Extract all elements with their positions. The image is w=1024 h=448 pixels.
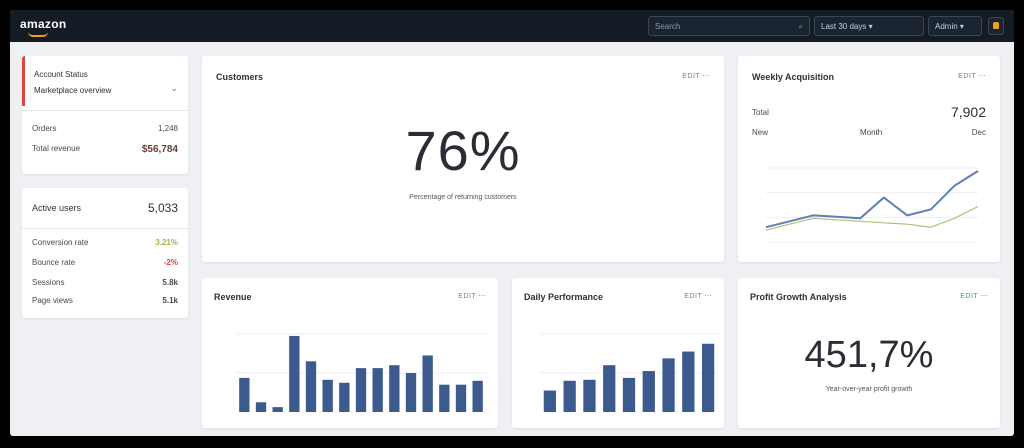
active-users-card: Active users 5,033 Conversion rate 3.21%… <box>22 188 188 318</box>
metric-row: Page views 5.1k <box>32 296 178 310</box>
metric-value: 5.8k <box>162 278 178 287</box>
metric-row: Conversion rate 3.21% <box>32 238 178 252</box>
divider <box>22 110 188 111</box>
summary-row-value: $56,784 <box>141 144 178 155</box>
performance-bar-chart <box>540 333 718 412</box>
bar <box>355 368 367 412</box>
bar <box>372 368 383 412</box>
bar <box>563 380 576 412</box>
bar <box>543 390 557 412</box>
kpi-value: 76% <box>405 119 521 182</box>
summary-row: Total revenue $56,784 <box>32 144 178 158</box>
bar <box>472 380 483 412</box>
metric-label: Bounce rate <box>32 258 76 267</box>
summary-row: Orders 1,248 <box>32 124 178 138</box>
bar <box>322 379 333 412</box>
revenue-card: Revenue EDIT ⋯ <box>202 278 498 428</box>
top-navigation-bar: amazon Search ⌕ Last 30 days ▾ Admin ▾ <box>10 10 1014 42</box>
card-actions[interactable]: EDIT ⋯ <box>682 72 710 80</box>
notification-button[interactable] <box>988 17 1004 35</box>
bar <box>583 379 596 412</box>
bar <box>289 335 300 412</box>
divider <box>22 228 188 229</box>
bar <box>389 365 400 412</box>
alert-accent-bar <box>22 56 25 106</box>
metric-row: Sessions 5.8k <box>32 278 178 292</box>
metric-label: Sessions <box>32 278 65 287</box>
metrics-title: Active users <box>32 203 82 213</box>
bar <box>662 358 675 412</box>
account-status-card: Account Status Marketplace overview ⌄ Or… <box>22 56 188 174</box>
line-chart <box>765 167 979 243</box>
dashboard-window: amazon Search ⌕ Last 30 days ▾ Admin ▾ A… <box>10 10 1014 436</box>
date-range-dropdown[interactable]: Last 30 days ▾ <box>814 16 924 36</box>
bar <box>422 355 433 412</box>
chevron-down-icon[interactable]: ⌄ <box>170 83 178 94</box>
metrics-title-value: 5,033 <box>147 201 178 215</box>
summary-subtitle: Marketplace overview <box>34 86 112 95</box>
search-input[interactable]: Search ⌕ <box>648 16 810 36</box>
bell-icon <box>993 22 999 29</box>
customers-kpi-card: Customers EDIT ⋯ 76% Percentage of retur… <box>202 56 724 262</box>
bar <box>239 377 250 412</box>
metric-label: Page views <box>32 296 73 305</box>
brand-logo[interactable]: amazon <box>20 17 66 31</box>
revenue-bar-chart <box>236 333 486 412</box>
summary-row-label: Total revenue <box>32 144 81 153</box>
bar <box>682 351 695 412</box>
metric-label: Conversion rate <box>32 238 89 247</box>
bar <box>455 384 467 412</box>
weekly-acquisition-card: Weekly Acquisition EDIT ⋯ Total 7,902 Ne… <box>738 56 1000 262</box>
kpi-value: 451,7% <box>804 334 934 376</box>
bar <box>305 361 317 412</box>
metric-value: 3.21% <box>155 238 178 247</box>
logo-swoosh-icon <box>28 32 48 37</box>
bar <box>272 407 283 412</box>
summary-title: Account Status <box>34 70 88 79</box>
summary-row-value: 1,248 <box>157 124 178 133</box>
bar <box>642 371 655 412</box>
kpi-caption: Percentage of returning customers <box>409 194 517 201</box>
bar <box>255 402 267 412</box>
metric-value: -2% <box>163 258 178 267</box>
card-title: Customers <box>216 72 264 82</box>
kpi-caption: Year-over-year profit growth <box>825 386 913 393</box>
search-icon[interactable]: ⌕ <box>799 17 803 37</box>
card-actions[interactable]: EDIT ⋯ <box>960 292 988 300</box>
metric-row: Bounce rate -2% <box>32 258 178 272</box>
metric-value: 5.1k <box>162 296 178 305</box>
bar <box>701 343 715 412</box>
account-menu[interactable]: Admin ▾ <box>928 16 982 36</box>
bar <box>603 365 616 412</box>
profit-growth-card: Profit Growth Analysis EDIT ⋯ 451,7% Yea… <box>738 278 1000 428</box>
bar <box>622 377 636 412</box>
search-placeholder: Search <box>655 22 681 31</box>
bar <box>339 382 350 412</box>
series-line <box>765 170 979 229</box>
summary-row-label: Orders <box>32 124 57 133</box>
card-title: Profit Growth Analysis <box>750 292 847 302</box>
bar <box>405 373 417 412</box>
daily-performance-card: Daily Performance EDIT ⋯ <box>512 278 724 428</box>
bar <box>439 384 450 412</box>
